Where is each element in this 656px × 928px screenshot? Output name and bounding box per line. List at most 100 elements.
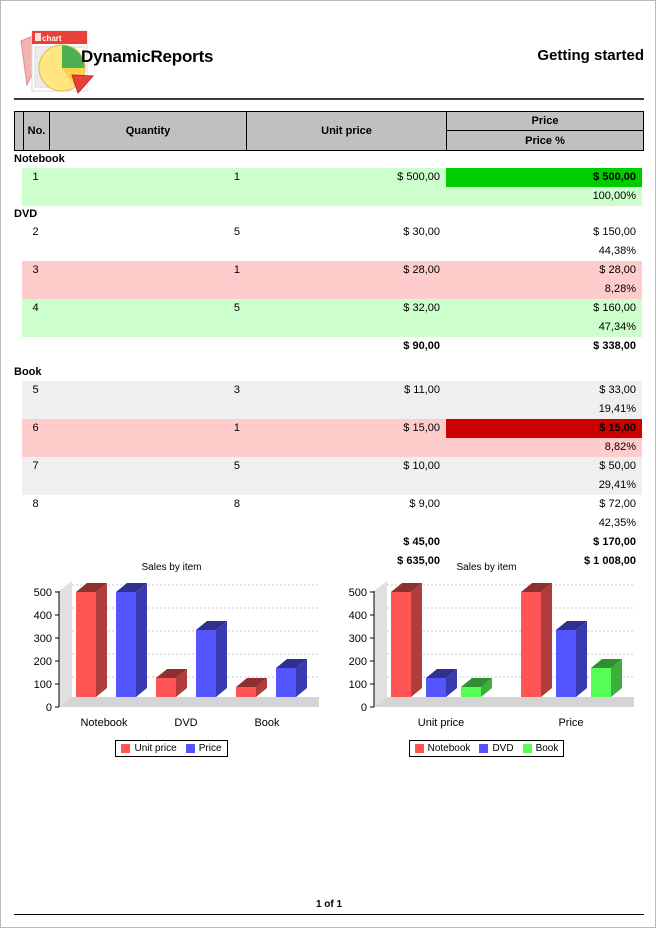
cell-price-percent: 8,28% xyxy=(604,283,636,295)
cell-no: 2 xyxy=(32,226,39,238)
legend-label: DVD xyxy=(492,743,514,754)
legend-swatch-icon xyxy=(522,744,532,753)
cell-price: $ 150,00 xyxy=(593,226,636,238)
svg-text:0: 0 xyxy=(361,702,367,714)
svg-text:Price: Price xyxy=(558,717,583,729)
report-title: Getting started xyxy=(537,47,644,64)
row-spacer xyxy=(14,356,644,364)
table-header-row: No. Quantity Unit price Price Price % xyxy=(14,111,644,151)
cell-quantity: 3 xyxy=(233,384,240,396)
subtotal-price: $ 170,00 xyxy=(593,536,636,548)
cell-quantity: 8 xyxy=(233,498,240,510)
legend-swatch-icon xyxy=(185,744,195,753)
cell-unit-price: $ 500,00 xyxy=(397,171,440,183)
legend-swatch-icon xyxy=(121,744,131,753)
cell-no: 8 xyxy=(32,498,39,510)
svg-text:Unit price: Unit price xyxy=(418,717,464,729)
cell-no: 1 xyxy=(32,171,39,183)
legend-item: DVD xyxy=(479,743,514,754)
report-table: No. Quantity Unit price Price Price % No… xyxy=(14,111,644,571)
cell-quantity: 5 xyxy=(233,302,240,314)
legend-swatch-icon xyxy=(414,744,424,753)
table-row: 6 1 $ 15,00 $ 15,00 8,82% xyxy=(14,419,644,457)
chart-sales-by-item-grouped-by-item: Sales by item 0 100 200 300 400 500 Note… xyxy=(14,559,329,787)
cell-price-percent: 19,41% xyxy=(598,403,636,415)
svg-text:chart: chart xyxy=(42,34,62,43)
column-header-unit-price: Unit price xyxy=(247,112,447,150)
table-row: 5 3 $ 11,00 $ 33,00 19,41% xyxy=(14,381,644,419)
chart-legend: Unit price Price xyxy=(14,740,329,757)
chart-title: Sales by item xyxy=(141,562,202,573)
chart-legend: Notebook DVD Book xyxy=(329,740,644,757)
column-header-no: No. xyxy=(23,112,50,150)
cell-price-percent: 29,41% xyxy=(598,479,636,491)
group-header-book: Book xyxy=(14,366,42,378)
legend-label: Notebook xyxy=(427,743,471,754)
svg-text:500: 500 xyxy=(349,587,367,599)
group-header-dvd: DVD xyxy=(14,208,38,220)
svg-text:400: 400 xyxy=(349,610,367,622)
cell-unit-price: $ 30,00 xyxy=(403,226,440,238)
svg-text:DVD: DVD xyxy=(174,717,197,729)
cell-quantity: 5 xyxy=(233,460,240,472)
svg-text:200: 200 xyxy=(349,656,367,668)
cell-quantity: 1 xyxy=(233,171,240,183)
chart-sales-by-item-grouped-by-measure: Sales by item 0 100 200 300 400 500 Unit… xyxy=(329,559,644,787)
group-subtotal-book: $ 45,00 $ 170,00 xyxy=(14,533,644,552)
report-header: chart DynamicReports Getting started xyxy=(1,1,655,100)
cell-price: $ 50,00 xyxy=(599,460,636,472)
cell-price-percent: 47,34% xyxy=(598,321,636,333)
svg-text:Notebook: Notebook xyxy=(80,717,128,729)
svg-text:300: 300 xyxy=(349,633,367,645)
legend-label: Price xyxy=(198,743,222,754)
group-subtotal-dvd: $ 90,00 $ 338,00 xyxy=(14,337,644,356)
cell-quantity: 1 xyxy=(233,422,240,434)
header-spacer-cell xyxy=(15,112,23,150)
subtotal-price: $ 338,00 xyxy=(593,340,636,352)
svg-text:400: 400 xyxy=(34,610,52,622)
cell-unit-price: $ 32,00 xyxy=(403,302,440,314)
chart-plot-area: 0 100 200 300 400 500 xyxy=(329,579,644,734)
column-header-price-percent: Price % xyxy=(447,131,643,150)
brand-title: DynamicReports xyxy=(81,47,214,66)
cell-price: $ 33,00 xyxy=(599,384,636,396)
column-header-price: Price xyxy=(447,112,643,131)
legend-swatch-icon xyxy=(479,744,489,753)
cell-price-percent: 44,38% xyxy=(598,245,636,257)
svg-text:500: 500 xyxy=(34,587,52,599)
table-row: 8 8 $ 9,00 $ 72,00 42,35% xyxy=(14,495,644,533)
report-page: chart DynamicReports Getting started No.… xyxy=(0,0,656,928)
legend-label: Book xyxy=(535,743,559,754)
column-header-quantity: Quantity xyxy=(50,112,247,150)
legend-item: Book xyxy=(522,743,559,754)
cell-no: 7 xyxy=(32,460,39,472)
cell-price-percent: 8,82% xyxy=(604,441,636,453)
cell-price: $ 15,00 xyxy=(446,419,642,438)
table-row: 2 5 $ 30,00 $ 150,00 44,38% xyxy=(14,223,644,261)
chart-title: Sales by item xyxy=(456,562,517,573)
svg-text:300: 300 xyxy=(34,633,52,645)
subtotal-unit-price: $ 90,00 xyxy=(403,340,440,352)
table-row: 4 5 $ 32,00 $ 160,00 47,34% xyxy=(14,299,644,337)
table-row: 3 1 $ 28,00 $ 28,00 8,28% xyxy=(14,261,644,299)
header-divider xyxy=(14,98,644,100)
group-header-notebook: Notebook xyxy=(14,153,65,165)
cell-price: $ 28,00 xyxy=(599,264,636,276)
cell-quantity: 5 xyxy=(233,226,240,238)
legend-item: Unit price xyxy=(121,743,177,754)
cell-no: 6 xyxy=(32,422,39,434)
subtotal-unit-price: $ 45,00 xyxy=(403,536,440,548)
cell-quantity: 1 xyxy=(233,264,240,276)
cell-unit-price: $ 9,00 xyxy=(409,498,440,510)
cell-price: $ 160,00 xyxy=(593,302,636,314)
cell-no: 5 xyxy=(32,384,39,396)
cell-price: $ 500,00 xyxy=(446,168,642,187)
svg-text:0: 0 xyxy=(46,702,52,714)
cell-no: 4 xyxy=(32,302,39,314)
legend-item: Price xyxy=(185,743,222,754)
svg-text:Book: Book xyxy=(254,717,280,729)
svg-text:200: 200 xyxy=(34,656,52,668)
page-number: 1 of 1 xyxy=(315,899,343,910)
legend-item: Notebook xyxy=(414,743,471,754)
cell-price-percent: 42,35% xyxy=(598,517,636,529)
